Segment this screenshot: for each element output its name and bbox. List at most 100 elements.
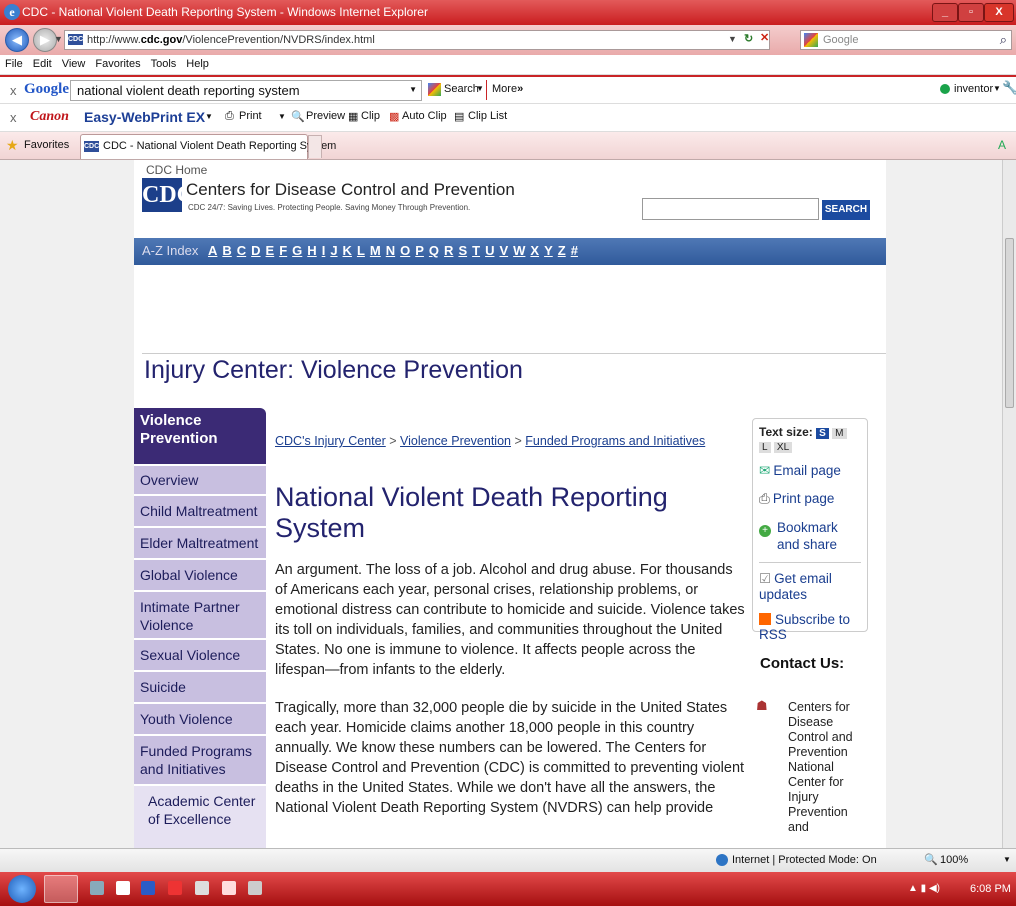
text-size-xl[interactable]: XL bbox=[773, 442, 793, 453]
start-button[interactable] bbox=[8, 875, 36, 903]
taskbar-app-icon[interactable] bbox=[248, 881, 262, 895]
print-dropdown-icon[interactable]: ▼ bbox=[278, 112, 286, 121]
taskbar-word-icon[interactable] bbox=[141, 881, 155, 895]
text-size-m[interactable]: M bbox=[832, 428, 847, 439]
breadcrumb-violence-prevention[interactable]: Violence Prevention bbox=[400, 434, 511, 448]
az-letter-hash[interactable]: # bbox=[571, 243, 578, 258]
az-letter-h[interactable]: H bbox=[307, 243, 316, 258]
az-letter-b[interactable]: B bbox=[222, 243, 231, 258]
az-letter-a[interactable]: A bbox=[208, 243, 217, 258]
az-letter-z[interactable]: Z bbox=[558, 243, 566, 258]
az-letter-v[interactable]: V bbox=[499, 243, 508, 258]
az-letter-r[interactable]: R bbox=[444, 243, 453, 258]
canon-preview-button[interactable]: Preview bbox=[306, 110, 345, 122]
google-toolbar-input[interactable]: national violent death reporting system … bbox=[70, 80, 422, 101]
minimize-button[interactable]: _ bbox=[932, 3, 958, 22]
tray-icons[interactable]: ▲ ▮ ◀) bbox=[908, 883, 940, 894]
az-letter-e[interactable]: E bbox=[266, 243, 275, 258]
address-dropdown-icon[interactable]: ▼ bbox=[728, 34, 737, 44]
sidebar-item-funded-programs[interactable]: Funded Programs and Initiatives bbox=[134, 736, 266, 784]
sidebar-item-suicide[interactable]: Suicide bbox=[134, 672, 266, 702]
taskbar-app-icon[interactable] bbox=[90, 881, 104, 895]
easy-webprint-dropdown-icon[interactable]: ▼ bbox=[205, 112, 213, 121]
sidebar-item-child-maltreatment[interactable]: Child Maltreatment bbox=[134, 496, 266, 526]
cdc-search-input[interactable] bbox=[642, 198, 819, 220]
az-letter-g[interactable]: G bbox=[292, 243, 302, 258]
sidebar-item-intimate-partner-violence[interactable]: Intimate Partner Violence bbox=[134, 592, 266, 638]
breadcrumb-injury-center[interactable]: CDC's Injury Center bbox=[275, 434, 386, 448]
az-letter-d[interactable]: D bbox=[251, 243, 260, 258]
zoom-dropdown-icon[interactable]: ▼ bbox=[1003, 855, 1011, 864]
search-icon[interactable]: ⌕ bbox=[1000, 31, 1007, 49]
refresh-icon[interactable]: ↻ bbox=[744, 32, 753, 45]
taskbar-ie-button[interactable] bbox=[44, 875, 78, 903]
az-letter-k[interactable]: K bbox=[343, 243, 352, 258]
breadcrumb-funded-programs[interactable]: Funded Programs and Initiatives bbox=[525, 434, 705, 448]
sidebar-item-youth-violence[interactable]: Youth Violence bbox=[134, 704, 266, 734]
history-dropdown-icon[interactable]: ▼ bbox=[54, 34, 63, 44]
az-letter-o[interactable]: O bbox=[400, 243, 410, 258]
az-letter-s[interactable]: S bbox=[458, 243, 467, 258]
favorites-button[interactable]: Favorites bbox=[24, 139, 69, 151]
email-updates-link[interactable]: ☑ Get email updates bbox=[759, 571, 861, 602]
text-size-l[interactable]: L bbox=[759, 442, 771, 453]
tab-active[interactable]: CDC CDC - National Violent Death Reporti… bbox=[80, 134, 336, 159]
az-letter-c[interactable]: C bbox=[237, 243, 246, 258]
easy-webprint-menu[interactable]: Easy-WebPrint EX bbox=[84, 109, 205, 125]
sidebar-header[interactable]: Violence Prevention bbox=[134, 408, 266, 464]
google-query-dropdown-icon[interactable]: ▼ bbox=[409, 85, 417, 94]
stop-icon[interactable]: ✕ bbox=[760, 31, 769, 44]
az-letter-n[interactable]: N bbox=[386, 243, 395, 258]
bookmark-share-link[interactable]: + Bookmark and share bbox=[759, 519, 861, 553]
sidebar-item-elder-maltreatment[interactable]: Elder Maltreatment bbox=[134, 528, 266, 558]
sidebar-item-global-violence[interactable]: Global Violence bbox=[134, 560, 266, 590]
rss-link[interactable]: Subscribe to RSS bbox=[759, 612, 861, 642]
taskbar-app-icon[interactable] bbox=[222, 881, 236, 895]
az-letter-q[interactable]: Q bbox=[429, 243, 439, 258]
vertical-scrollbar[interactable] bbox=[1002, 160, 1016, 848]
print-page-link[interactable]: ⎙ Print page bbox=[759, 491, 861, 507]
menu-favorites[interactable]: Favorites bbox=[90, 55, 145, 73]
sidebar-item-overview[interactable]: Overview bbox=[134, 466, 266, 494]
google-user-dropdown-icon[interactable]: ▼ bbox=[993, 84, 1001, 93]
az-letter-p[interactable]: P bbox=[415, 243, 424, 258]
az-letter-l[interactable]: L bbox=[357, 243, 365, 258]
close-button[interactable]: X bbox=[984, 3, 1014, 22]
menu-edit[interactable]: Edit bbox=[28, 55, 57, 73]
sidebar-item-sexual-violence[interactable]: Sexual Violence bbox=[134, 640, 266, 670]
google-user-menu[interactable]: inventor bbox=[954, 83, 993, 95]
page-tools-icon[interactable]: A bbox=[998, 138, 1006, 152]
az-letter-i[interactable]: I bbox=[322, 243, 326, 258]
google-search-dropdown-icon[interactable]: ▼ bbox=[476, 84, 484, 93]
cdc-logo[interactable]: CDC bbox=[142, 178, 194, 212]
az-letter-t[interactable]: T bbox=[472, 243, 480, 258]
zoom-level[interactable]: 100% bbox=[940, 854, 968, 866]
email-page-link[interactable]: ✉ Email page bbox=[759, 463, 861, 479]
security-zone-text[interactable]: Internet | Protected Mode: On bbox=[732, 854, 877, 866]
az-letter-w[interactable]: W bbox=[513, 243, 525, 258]
taskbar-clock[interactable]: 6:08 PM bbox=[970, 883, 1011, 895]
canon-clip-button[interactable]: Clip bbox=[361, 110, 380, 122]
google-more-button[interactable]: More» bbox=[492, 83, 523, 95]
az-letter-u[interactable]: U bbox=[485, 243, 494, 258]
menu-help[interactable]: Help bbox=[181, 55, 214, 73]
cdc-home-link[interactable]: CDC Home bbox=[146, 163, 207, 177]
taskbar-app-icon[interactable] bbox=[168, 881, 182, 895]
cdc-search-button[interactable]: SEARCH bbox=[822, 200, 870, 220]
address-input[interactable]: CDC http://www.cdc.gov/ViolencePreventio… bbox=[64, 30, 770, 50]
sidebar-subitem-academic-center[interactable]: Academic Center of Excellence bbox=[134, 786, 266, 848]
menu-view[interactable]: View bbox=[57, 55, 91, 73]
canon-print-button[interactable]: Print bbox=[239, 110, 262, 122]
wrench-icon[interactable]: 🔧 bbox=[1002, 80, 1016, 96]
text-size-s[interactable]: S bbox=[816, 428, 829, 439]
menu-tools[interactable]: Tools bbox=[146, 55, 182, 73]
canon-toolbar-close[interactable]: x bbox=[10, 110, 17, 125]
google-search-button[interactable]: Search bbox=[444, 83, 479, 95]
scrollbar-thumb[interactable] bbox=[1005, 238, 1014, 408]
az-letter-j[interactable]: J bbox=[330, 243, 337, 258]
az-letter-f[interactable]: F bbox=[279, 243, 287, 258]
taskbar-app-icon[interactable] bbox=[195, 881, 209, 895]
canon-clip-list-button[interactable]: Clip List bbox=[468, 110, 507, 122]
az-letter-m[interactable]: M bbox=[370, 243, 381, 258]
maximize-button[interactable]: ▫ bbox=[958, 3, 984, 22]
